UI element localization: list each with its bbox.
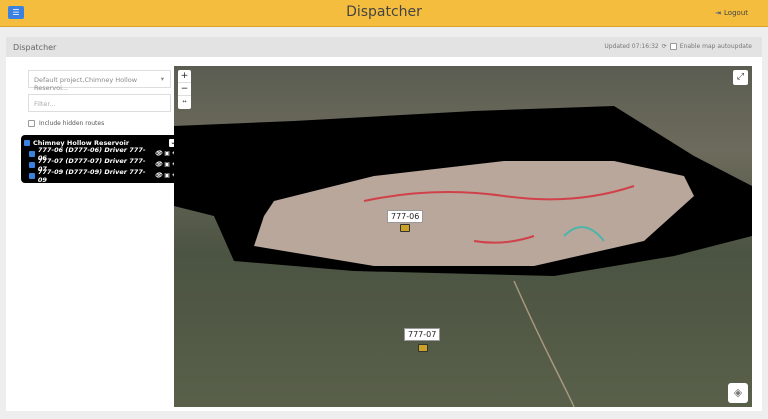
refresh-icon[interactable]: ⟳ bbox=[662, 43, 667, 50]
edit-icon[interactable]: ▣ bbox=[164, 161, 170, 168]
autoupdate-label: Enable map autoupdate bbox=[679, 43, 752, 50]
fullscreen-button[interactable]: ⤢ bbox=[733, 70, 748, 85]
zoom-in-button[interactable]: + bbox=[178, 70, 191, 83]
filter-input[interactable]: Filter... bbox=[28, 94, 171, 112]
dispatcher-panel: Dispatcher Updated 07:16:32 ⟳ Enable map… bbox=[6, 37, 762, 411]
route-tree: Chimney Hollow Reservoir ⌄ 777-06 (D777-0… bbox=[21, 135, 180, 184]
zoom-out-button[interactable]: − bbox=[178, 83, 191, 96]
route-checkbox[interactable] bbox=[29, 161, 35, 168]
route-row[interactable]: 777-09 (D777-09) Driver 777-09👁▣✥ bbox=[24, 167, 177, 184]
terrain bbox=[174, 106, 752, 407]
include-hidden-label: Include hidden routes bbox=[39, 120, 105, 127]
project-select-value: Default project,Chimney Hollow Reservoi.… bbox=[34, 76, 138, 92]
edit-icon[interactable]: ▣ bbox=[164, 172, 170, 179]
route-label: 777-09 (D777-09) Driver 777-09 bbox=[37, 167, 146, 184]
app-title: Dispatcher bbox=[346, 4, 422, 20]
panel-title: Dispatcher bbox=[13, 43, 57, 52]
eye-icon[interactable]: 👁 bbox=[155, 172, 163, 179]
sign-out-icon: ⇥ bbox=[715, 9, 722, 17]
group-checkbox[interactable] bbox=[24, 139, 30, 146]
caret-down-icon: ▾ bbox=[160, 75, 164, 83]
logout-label: Logout bbox=[724, 9, 748, 17]
include-hidden-checkbox[interactable] bbox=[28, 120, 35, 127]
layers-button[interactable]: ◈ bbox=[728, 383, 748, 403]
truck-icon[interactable] bbox=[400, 224, 410, 232]
route-checkbox[interactable] bbox=[29, 172, 35, 179]
truck-icon[interactable] bbox=[418, 344, 428, 352]
panel-header: Dispatcher Updated 07:16:32 ⟳ Enable map… bbox=[6, 37, 762, 57]
edit-icon[interactable]: ▣ bbox=[164, 150, 170, 157]
expand-icon: ⤢ bbox=[736, 72, 745, 82]
zoom-controls: + − ↔ bbox=[178, 70, 191, 109]
eye-icon[interactable]: 👁 bbox=[155, 161, 163, 168]
map-view[interactable]: + − ↔ ⤢ 777-06 777-07 ◈ bbox=[174, 66, 752, 407]
autoupdate-checkbox[interactable] bbox=[669, 43, 677, 50]
truck-label[interactable]: 777-07 bbox=[404, 328, 441, 341]
sidebar: Default project,Chimney Hollow Reservoi.… bbox=[21, 66, 180, 184]
top-bar: ☰ Dispatcher ⇥ Logout bbox=[0, 0, 768, 27]
reset-view-button[interactable]: ↔ bbox=[178, 96, 191, 109]
route-checkbox[interactable] bbox=[29, 150, 35, 157]
truck-label[interactable]: 777-06 bbox=[387, 210, 424, 223]
logout-button[interactable]: ⇥ Logout bbox=[715, 9, 748, 17]
project-select[interactable]: Default project,Chimney Hollow Reservoi.… bbox=[28, 70, 171, 92]
update-status: Updated 07:16:32 ⟳ Enable map autoupdate bbox=[604, 43, 752, 50]
updated-time: Updated 07:16:32 bbox=[604, 43, 659, 50]
layers-icon: ◈ bbox=[733, 386, 743, 399]
eye-icon[interactable]: 👁 bbox=[155, 150, 163, 157]
include-hidden-routes[interactable]: Include hidden routes bbox=[28, 120, 171, 127]
